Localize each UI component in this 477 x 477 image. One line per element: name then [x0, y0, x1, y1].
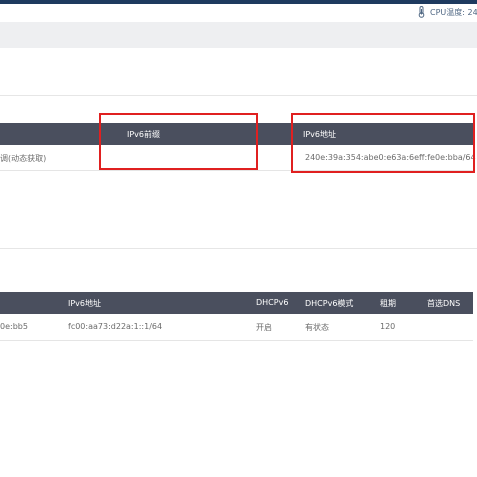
dhcpv6-status-cell: 开启 [256, 323, 272, 332]
column-header-ipv6-address: IPv6地址 [68, 299, 102, 308]
highlight-box-ipv6-prefix [99, 113, 258, 170]
connection-type-cell: 调(动态获取) [0, 154, 47, 163]
thermometer-icon [417, 6, 426, 18]
dhcpv6-mode-cell: 有状态 [305, 323, 329, 332]
section-divider [0, 95, 477, 96]
mac-address-cell: 0e:bb5 [0, 322, 28, 331]
column-header-preferred-dns: 首选DNS [427, 299, 461, 308]
ipv6-address-cell: fc00:aa73:d22a:1::1/64 [68, 322, 163, 331]
top-bar [0, 0, 477, 4]
column-header-dhcpv6: DHCPv6 [256, 298, 289, 307]
section-divider [0, 248, 477, 249]
lan-ipv6-table-header: IPv6地址 DHCPv6 DHCPv6模式 租期 首选DNS [0, 292, 473, 314]
lease-cell: 120 [380, 322, 396, 331]
highlight-box-ipv6-address [291, 113, 475, 173]
row-divider [0, 340, 473, 341]
cpu-temperature-status: CPU温度: 24 [417, 6, 477, 18]
column-header-lease: 租期 [380, 299, 396, 308]
cpu-temperature-label: CPU温度: 24 [430, 7, 477, 17]
toolbar-strip [0, 22, 477, 48]
column-header-dhcpv6-mode: DHCPv6模式 [305, 299, 354, 308]
